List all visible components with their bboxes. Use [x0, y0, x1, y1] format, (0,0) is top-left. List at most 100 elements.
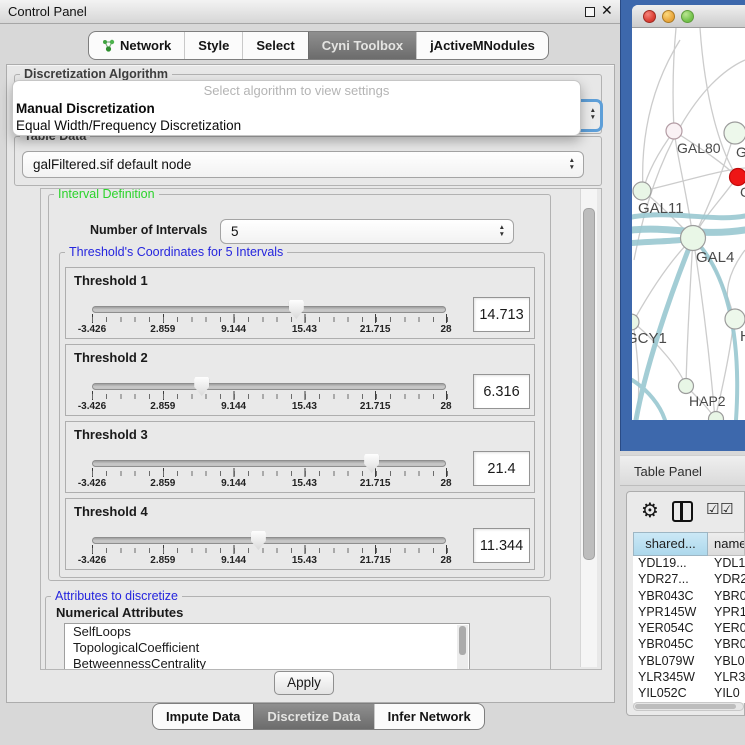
cell-name[interactable]: YBL0 — [708, 654, 745, 670]
cell-shared-name[interactable]: YLR345W — [633, 670, 708, 686]
table-row[interactable]: YBR043CYBR0 — [633, 589, 745, 605]
cell-name[interactable]: YLR3 — [708, 670, 745, 686]
tab-impute-data[interactable]: Impute Data — [153, 704, 253, 729]
slider-track[interactable] — [92, 537, 446, 544]
tab-jactive-label: jActiveMNodules — [430, 32, 535, 59]
tick-label: 28 — [440, 401, 451, 412]
numerical-attributes-list[interactable]: SelfLoopsTopologicalCoefficientBetweenne… — [64, 623, 470, 670]
checkbox-icon[interactable]: ☑ — [706, 500, 719, 518]
network-canvas[interactable]: GAL80GACGAL11GAL4HGCY1HAP2 — [632, 28, 745, 420]
slider-track[interactable] — [92, 383, 446, 390]
node-label: GAL80 — [677, 140, 721, 156]
tab-cyni-toolbox[interactable]: Cyni Toolbox — [308, 32, 416, 59]
checkbox-icon[interactable]: ☑ — [720, 500, 733, 518]
thresholds-group: Threshold's Coordinates for 5 Intervals … — [59, 252, 545, 578]
columns-icon[interactable] — [672, 501, 693, 522]
zoom-traffic-light[interactable] — [681, 10, 694, 23]
node-label: GAL4 — [696, 249, 734, 266]
cell-name[interactable]: YBR0 — [708, 637, 745, 653]
spinner-icon: ▲▼ — [569, 158, 575, 171]
column-header-name[interactable]: name — [708, 532, 745, 556]
cell-shared-name[interactable]: YIL052C — [633, 686, 708, 702]
attribute-item[interactable]: BetweennessCentrality — [65, 656, 469, 670]
network-window-titlebar[interactable] — [632, 5, 745, 28]
table-row[interactable]: YIL052CYIL0 — [633, 686, 745, 702]
network-node[interactable] — [725, 309, 745, 329]
dropdown-option-equal-width[interactable]: Equal Width/Frequency Discretization — [13, 117, 580, 134]
network-node[interactable] — [679, 379, 694, 394]
top-tab-bar: Network Style Select Cyni Toolbox jActiv… — [88, 31, 549, 60]
table-row[interactable]: YDL19...YDL1 — [633, 556, 745, 572]
table-row[interactable]: YDR27...YDR2 — [633, 572, 745, 588]
attributes-scrollbar[interactable] — [457, 625, 468, 669]
scrollbar-thumb[interactable] — [459, 626, 466, 655]
numerical-attributes-label: Numerical Attributes — [56, 605, 183, 620]
network-node[interactable] — [724, 122, 745, 144]
cell-shared-name[interactable]: YBR043C — [633, 589, 708, 605]
tick-label: 15.43 — [292, 401, 317, 412]
network-node[interactable] — [666, 123, 682, 139]
minimize-traffic-light[interactable] — [662, 10, 675, 23]
cell-name[interactable]: YDL1 — [708, 556, 745, 572]
network-node[interactable] — [681, 226, 706, 251]
threshold-value[interactable]: 11.344 — [473, 528, 530, 563]
close-icon[interactable]: ✕ — [601, 2, 613, 19]
table-row[interactable]: YBL079WYBL0 — [633, 654, 745, 670]
pane-scrollbar-thumb[interactable] — [583, 208, 595, 560]
threshold-value[interactable]: 21.4 — [473, 451, 530, 486]
slider-minor-ticks — [92, 394, 448, 399]
slider-track[interactable] — [92, 460, 446, 467]
cell-shared-name[interactable]: YDL19... — [633, 556, 708, 572]
slider-minor-ticks — [92, 317, 448, 322]
attribute-item[interactable]: TopologicalCoefficient — [65, 640, 469, 656]
network-node[interactable] — [632, 314, 639, 330]
cell-name[interactable]: YIL0 — [708, 686, 745, 702]
cell-name[interactable]: YBR0 — [708, 589, 745, 605]
cell-shared-name[interactable]: YPR145W — [633, 605, 708, 621]
tab-infer-network[interactable]: Infer Network — [374, 704, 484, 729]
threshold-value[interactable]: 6.316 — [473, 374, 530, 409]
num-intervals-select[interactable]: 5 ▲▼ — [220, 219, 514, 244]
tick-label: 21.715 — [360, 401, 391, 412]
threshold-value[interactable]: 14.713 — [473, 297, 530, 332]
attribute-item[interactable]: SelfLoops — [65, 624, 469, 640]
tab-cyni-label: Cyni Toolbox — [322, 32, 403, 59]
table-row[interactable]: YER054CYER0 — [633, 621, 745, 637]
cell-name[interactable]: YPR1 — [708, 605, 745, 621]
table-row[interactable]: YLR345WYLR3 — [633, 670, 745, 686]
cell-shared-name[interactable]: YBR045C — [633, 637, 708, 653]
close-traffic-light[interactable] — [643, 10, 656, 23]
cell-name[interactable]: YDR2 — [708, 572, 745, 588]
cell-shared-name[interactable]: YDR27... — [633, 572, 708, 588]
tick-label: 9.144 — [221, 324, 246, 335]
cell-name[interactable]: YER0 — [708, 621, 745, 637]
slider-track[interactable] — [92, 306, 446, 313]
cell-shared-name[interactable]: YBL079W — [633, 654, 708, 670]
table-hscrollbar[interactable] — [633, 702, 744, 711]
spinner-icon: ▲▼ — [499, 225, 505, 238]
scrollbar-thumb[interactable] — [635, 704, 736, 709]
table-row[interactable]: YPR145WYPR1 — [633, 605, 745, 621]
tick-label: 21.715 — [360, 324, 391, 335]
tick-label: 15.43 — [292, 478, 317, 489]
table-row[interactable]: YBR045CYBR0 — [633, 637, 745, 653]
column-header-shared-name[interactable]: shared... — [633, 532, 708, 556]
tab-jactivemnodules[interactable]: jActiveMNodules — [416, 32, 548, 59]
apply-button[interactable]: Apply — [274, 671, 334, 695]
tab-select[interactable]: Select — [242, 32, 307, 59]
tab-network[interactable]: Network — [89, 32, 184, 59]
tab-style[interactable]: Style — [184, 32, 242, 59]
network-icon — [102, 39, 115, 52]
table-data-select[interactable]: galFiltered.sif default node ▲▼ — [22, 151, 584, 178]
threshold-panel: Threshold 1 -3.4262.8599.14415.4321.7152… — [65, 267, 535, 339]
settings-scrollpane: Interval Definition Number of Intervals … — [40, 188, 602, 670]
network-node[interactable] — [633, 182, 651, 200]
attributes-group: Attributes to discretize Numerical Attri… — [45, 596, 551, 670]
float-window-icon[interactable] — [585, 7, 595, 17]
dropdown-option-manual[interactable]: Manual Discretization — [13, 100, 580, 117]
cell-shared-name[interactable]: YER054C — [633, 621, 708, 637]
network-node[interactable] — [730, 169, 745, 186]
settings-gear-icon[interactable]: ⚙ — [641, 498, 659, 523]
tab-discretize-data[interactable]: Discretize Data — [253, 704, 373, 729]
table-panel-titlebar[interactable]: Table Panel — [620, 455, 745, 486]
